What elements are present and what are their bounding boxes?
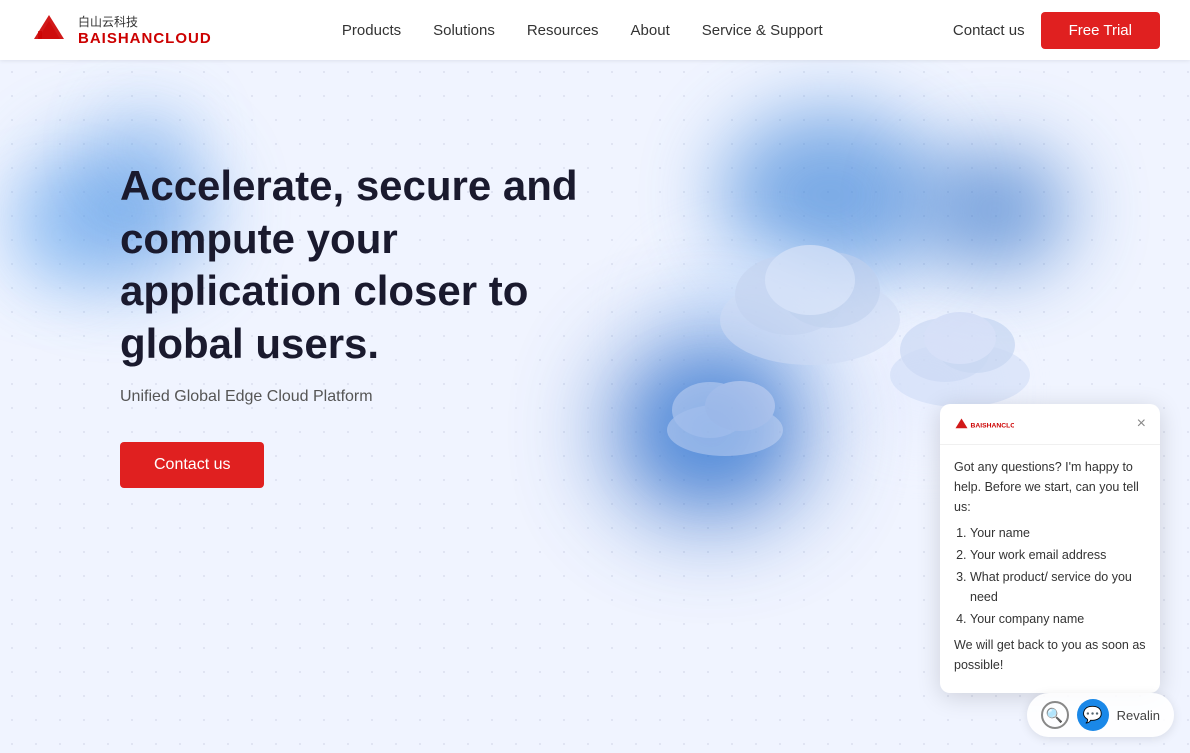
revalin-search-icon: 🔍 [1041, 701, 1069, 729]
hero-subtitle: Unified Global Edge Cloud Platform [120, 388, 620, 406]
chat-logo-svg: BAISHANCLOUD [954, 417, 1014, 432]
contact-us-button[interactable]: Contact us [120, 442, 264, 488]
main-nav: Products Solutions Resources About Servi… [342, 22, 823, 39]
hero-title: Accelerate, secure and compute your appl… [120, 160, 620, 370]
nav-service-support[interactable]: Service & Support [702, 22, 823, 39]
svg-text:BAISHANCLOUD: BAISHANCLOUD [971, 422, 1015, 429]
cloud-3d-3 [660, 360, 790, 460]
chat-body: Got any questions? I'm happy to help. Be… [940, 445, 1160, 693]
logo[interactable]: 白山云科技 BAISHANCLOUD [30, 11, 212, 49]
chat-outro: We will get back to you as soon as possi… [954, 635, 1146, 675]
chat-item-1: Your name [970, 523, 1146, 543]
chat-logo: BAISHANCLOUD [954, 414, 1034, 434]
contact-us-link[interactable]: Contact us [953, 22, 1025, 39]
revalin-label: Revalin [1117, 708, 1160, 723]
logo-text: 白山云科技 BAISHANCLOUD [78, 13, 212, 47]
hero-content: Accelerate, secure and compute your appl… [120, 160, 620, 488]
logo-icon [30, 11, 68, 49]
logo-en: BAISHANCLOUD [78, 30, 212, 47]
cloud-3d-2 [880, 290, 1040, 410]
chat-intro: Got any questions? I'm happy to help. Be… [954, 457, 1146, 517]
nav-products[interactable]: Products [342, 22, 401, 39]
nav-resources[interactable]: Resources [527, 22, 599, 39]
chat-widget: BAISHANCLOUD × Got any questions? I'm ha… [940, 404, 1160, 693]
navbar-right: Contact us Free Trial [953, 12, 1160, 49]
nav-about[interactable]: About [631, 22, 670, 39]
chat-header: BAISHANCLOUD × [940, 404, 1160, 445]
blob-decoration-2 [20, 200, 100, 270]
chat-item-2: Your work email address [970, 545, 1146, 565]
chat-item-3: What product/ service do you need [970, 567, 1146, 607]
navbar: 白山云科技 BAISHANCLOUD Products Solutions Re… [0, 0, 1190, 60]
chat-items-list: Your name Your work email address What p… [954, 523, 1146, 629]
nav-solutions[interactable]: Solutions [433, 22, 495, 39]
chat-close-button[interactable]: × [1137, 416, 1146, 432]
hero-section: Accelerate, secure and compute your appl… [0, 60, 1190, 753]
blob-decoration-5 [920, 150, 1070, 270]
revalin-chat-icon: 💬 [1077, 699, 1109, 731]
chat-item-4: Your company name [970, 609, 1146, 629]
logo-cn: 白山云科技 [78, 13, 212, 30]
revalin-badge[interactable]: 🔍 💬 Revalin [1027, 693, 1174, 737]
free-trial-button[interactable]: Free Trial [1041, 12, 1160, 49]
